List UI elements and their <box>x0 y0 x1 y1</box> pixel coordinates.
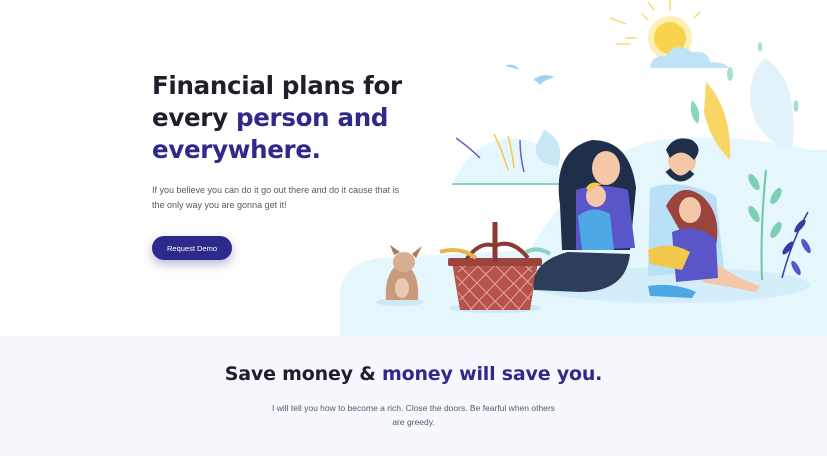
bird-icon <box>505 64 555 85</box>
section-title-accent: money will save you. <box>382 363 603 385</box>
hero-section: Financial plans for every person and eve… <box>0 0 827 336</box>
section-subtitle: I will tell you how to become a rich. Cl… <box>271 403 555 427</box>
hero-title-accent-2: everywhere. <box>152 135 321 164</box>
hero-title-line2: every <box>152 103 236 132</box>
leaf-icon <box>452 130 562 185</box>
section-title: Save money & money will save you. <box>0 360 827 388</box>
savings-section <box>0 336 827 456</box>
section-title-plain: Save money & <box>224 363 383 385</box>
request-demo-button[interactable]: Request Demo <box>152 236 232 260</box>
hero-illustration <box>340 0 827 336</box>
